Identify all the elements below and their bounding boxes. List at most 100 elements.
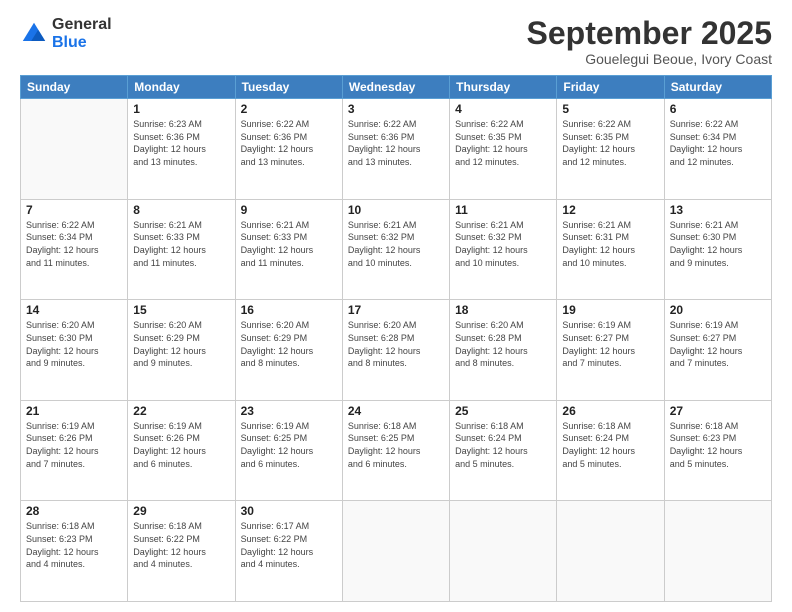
cell-w2-d1: 8 Sunrise: 6:21 AM Sunset: 6:33 PM Daylig… xyxy=(128,199,235,300)
cell-w2-d3: 10Sunrise: 6:21 AM Sunset: 6:32 PM Dayli… xyxy=(342,199,449,300)
day-info-23: Sunrise: 6:19 AM Sunset: 6:25 PM Dayligh… xyxy=(241,420,337,470)
day-info-21: Sunrise: 6:19 AM Sunset: 6:26 PM Dayligh… xyxy=(26,420,122,470)
day-info-20: Sunrise: 6:19 AM Sunset: 6:27 PM Dayligh… xyxy=(670,319,766,369)
cell-w3-d5: 19Sunrise: 6:19 AM Sunset: 6:27 PM Dayli… xyxy=(557,300,664,401)
day-number-21: 21 xyxy=(26,404,122,418)
week-row-2: 7 Sunrise: 6:22 AM Sunset: 6:34 PM Daylig… xyxy=(21,199,772,300)
day-number-2: 2 xyxy=(241,102,337,116)
page-header: General Blue September 2025 Gouelegui Be… xyxy=(20,16,772,67)
day-number-17: 17 xyxy=(348,303,444,317)
day-number-3: 3 xyxy=(348,102,444,116)
day-info-27: Sunrise: 6:18 AM Sunset: 6:23 PM Dayligh… xyxy=(670,420,766,470)
cell-w3-d3: 17Sunrise: 6:20 AM Sunset: 6:28 PM Dayli… xyxy=(342,300,449,401)
title-block: September 2025 Gouelegui Beoue, Ivory Co… xyxy=(527,16,772,67)
logo-icon xyxy=(20,20,48,48)
calendar-table: Sunday Monday Tuesday Wednesday Thursday… xyxy=(20,75,772,602)
day-number-19: 19 xyxy=(562,303,658,317)
day-info-16: Sunrise: 6:20 AM Sunset: 6:29 PM Dayligh… xyxy=(241,319,337,369)
day-number-30: 30 xyxy=(241,504,337,518)
day-number-29: 29 xyxy=(133,504,229,518)
day-info-12: Sunrise: 6:21 AM Sunset: 6:31 PM Dayligh… xyxy=(562,219,658,269)
cell-w1-d5: 5 Sunrise: 6:22 AM Sunset: 6:35 PM Daylig… xyxy=(557,99,664,200)
day-number-9: 9 xyxy=(241,203,337,217)
day-info-28: Sunrise: 6:18 AM Sunset: 6:23 PM Dayligh… xyxy=(26,520,122,570)
day-number-7: 7 xyxy=(26,203,122,217)
day-info-13: Sunrise: 6:21 AM Sunset: 6:30 PM Dayligh… xyxy=(670,219,766,269)
cell-w3-d6: 20 Sunrise: 6:19 AM Sunset: 6:27 PM Dayli… xyxy=(664,300,771,401)
cell-w5-d3 xyxy=(342,501,449,602)
cell-w3-d1: 15 Sunrise: 6:20 AM Sunset: 6:29 PM Dayli… xyxy=(128,300,235,401)
day-info-22: Sunrise: 6:19 AM Sunset: 6:26 PM Dayligh… xyxy=(133,420,229,470)
cell-w1-d2: 2 Sunrise: 6:22 AM Sunset: 6:36 PM Daylig… xyxy=(235,99,342,200)
day-info-9: Sunrise: 6:21 AM Sunset: 6:33 PM Dayligh… xyxy=(241,219,337,269)
day-number-12: 12 xyxy=(562,203,658,217)
day-number-11: 11 xyxy=(455,203,551,217)
day-info-2: Sunrise: 6:22 AM Sunset: 6:36 PM Dayligh… xyxy=(241,118,337,168)
day-number-20: 20 xyxy=(670,303,766,317)
cell-w4-d2: 23 Sunrise: 6:19 AM Sunset: 6:25 PM Dayli… xyxy=(235,400,342,501)
col-monday: Monday xyxy=(128,76,235,99)
day-info-8: Sunrise: 6:21 AM Sunset: 6:33 PM Dayligh… xyxy=(133,219,229,269)
day-number-1: 1 xyxy=(133,102,229,116)
day-info-18: Sunrise: 6:20 AM Sunset: 6:28 PM Dayligh… xyxy=(455,319,551,369)
cell-w4-d0: 21 Sunrise: 6:19 AM Sunset: 6:26 PM Dayli… xyxy=(21,400,128,501)
cell-w5-d4 xyxy=(450,501,557,602)
cell-w4-d6: 27 Sunrise: 6:18 AM Sunset: 6:23 PM Dayli… xyxy=(664,400,771,501)
location-subtitle: Gouelegui Beoue, Ivory Coast xyxy=(527,51,772,67)
day-info-15: Sunrise: 6:20 AM Sunset: 6:29 PM Dayligh… xyxy=(133,319,229,369)
cell-w1-d3: 3 Sunrise: 6:22 AM Sunset: 6:36 PM Daylig… xyxy=(342,99,449,200)
day-info-4: Sunrise: 6:22 AM Sunset: 6:35 PM Dayligh… xyxy=(455,118,551,168)
cell-w1-d6: 6Sunrise: 6:22 AM Sunset: 6:34 PM Daylig… xyxy=(664,99,771,200)
col-saturday: Saturday xyxy=(664,76,771,99)
day-info-14: Sunrise: 6:20 AM Sunset: 6:30 PM Dayligh… xyxy=(26,319,122,369)
day-number-27: 27 xyxy=(670,404,766,418)
calendar-header-row: Sunday Monday Tuesday Wednesday Thursday… xyxy=(21,76,772,99)
day-number-24: 24 xyxy=(348,404,444,418)
day-number-15: 15 xyxy=(133,303,229,317)
cell-w5-d0: 28Sunrise: 6:18 AM Sunset: 6:23 PM Dayli… xyxy=(21,501,128,602)
month-title: September 2025 xyxy=(527,16,772,51)
day-info-24: Sunrise: 6:18 AM Sunset: 6:25 PM Dayligh… xyxy=(348,420,444,470)
cell-w5-d5 xyxy=(557,501,664,602)
col-sunday: Sunday xyxy=(21,76,128,99)
day-info-11: Sunrise: 6:21 AM Sunset: 6:32 PM Dayligh… xyxy=(455,219,551,269)
cell-w3-d0: 14 Sunrise: 6:20 AM Sunset: 6:30 PM Dayli… xyxy=(21,300,128,401)
col-thursday: Thursday xyxy=(450,76,557,99)
cell-w2-d0: 7 Sunrise: 6:22 AM Sunset: 6:34 PM Daylig… xyxy=(21,199,128,300)
cell-w1-d4: 4 Sunrise: 6:22 AM Sunset: 6:35 PM Daylig… xyxy=(450,99,557,200)
cell-w2-d4: 11 Sunrise: 6:21 AM Sunset: 6:32 PM Dayli… xyxy=(450,199,557,300)
week-row-3: 14 Sunrise: 6:20 AM Sunset: 6:30 PM Dayli… xyxy=(21,300,772,401)
day-number-5: 5 xyxy=(562,102,658,116)
day-number-22: 22 xyxy=(133,404,229,418)
cell-w4-d5: 26Sunrise: 6:18 AM Sunset: 6:24 PM Dayli… xyxy=(557,400,664,501)
cell-w4-d4: 25 Sunrise: 6:18 AM Sunset: 6:24 PM Dayli… xyxy=(450,400,557,501)
day-number-14: 14 xyxy=(26,303,122,317)
day-info-3: Sunrise: 6:22 AM Sunset: 6:36 PM Dayligh… xyxy=(348,118,444,168)
cell-w2-d5: 12 Sunrise: 6:21 AM Sunset: 6:31 PM Dayli… xyxy=(557,199,664,300)
week-row-1: 1 Sunrise: 6:23 AM Sunset: 6:36 PM Daylig… xyxy=(21,99,772,200)
col-wednesday: Wednesday xyxy=(342,76,449,99)
week-row-4: 21 Sunrise: 6:19 AM Sunset: 6:26 PM Dayli… xyxy=(21,400,772,501)
day-number-23: 23 xyxy=(241,404,337,418)
cell-w2-d2: 9 Sunrise: 6:21 AM Sunset: 6:33 PM Daylig… xyxy=(235,199,342,300)
cell-w5-d6 xyxy=(664,501,771,602)
week-row-5: 28Sunrise: 6:18 AM Sunset: 6:23 PM Dayli… xyxy=(21,501,772,602)
day-info-7: Sunrise: 6:22 AM Sunset: 6:34 PM Dayligh… xyxy=(26,219,122,269)
day-number-4: 4 xyxy=(455,102,551,116)
logo-general-text: General xyxy=(52,16,112,34)
day-info-5: Sunrise: 6:22 AM Sunset: 6:35 PM Dayligh… xyxy=(562,118,658,168)
day-number-16: 16 xyxy=(241,303,337,317)
day-number-8: 8 xyxy=(133,203,229,217)
day-number-6: 6 xyxy=(670,102,766,116)
cell-w4-d1: 22 Sunrise: 6:19 AM Sunset: 6:26 PM Dayli… xyxy=(128,400,235,501)
cell-w1-d0 xyxy=(21,99,128,200)
logo-blue-text: Blue xyxy=(52,34,112,52)
day-info-30: Sunrise: 6:17 AM Sunset: 6:22 PM Dayligh… xyxy=(241,520,337,570)
day-info-10: Sunrise: 6:21 AM Sunset: 6:32 PM Dayligh… xyxy=(348,219,444,269)
day-info-25: Sunrise: 6:18 AM Sunset: 6:24 PM Dayligh… xyxy=(455,420,551,470)
cell-w4-d3: 24 Sunrise: 6:18 AM Sunset: 6:25 PM Dayli… xyxy=(342,400,449,501)
day-info-1: Sunrise: 6:23 AM Sunset: 6:36 PM Dayligh… xyxy=(133,118,229,168)
day-number-25: 25 xyxy=(455,404,551,418)
cell-w1-d1: 1 Sunrise: 6:23 AM Sunset: 6:36 PM Daylig… xyxy=(128,99,235,200)
day-number-18: 18 xyxy=(455,303,551,317)
